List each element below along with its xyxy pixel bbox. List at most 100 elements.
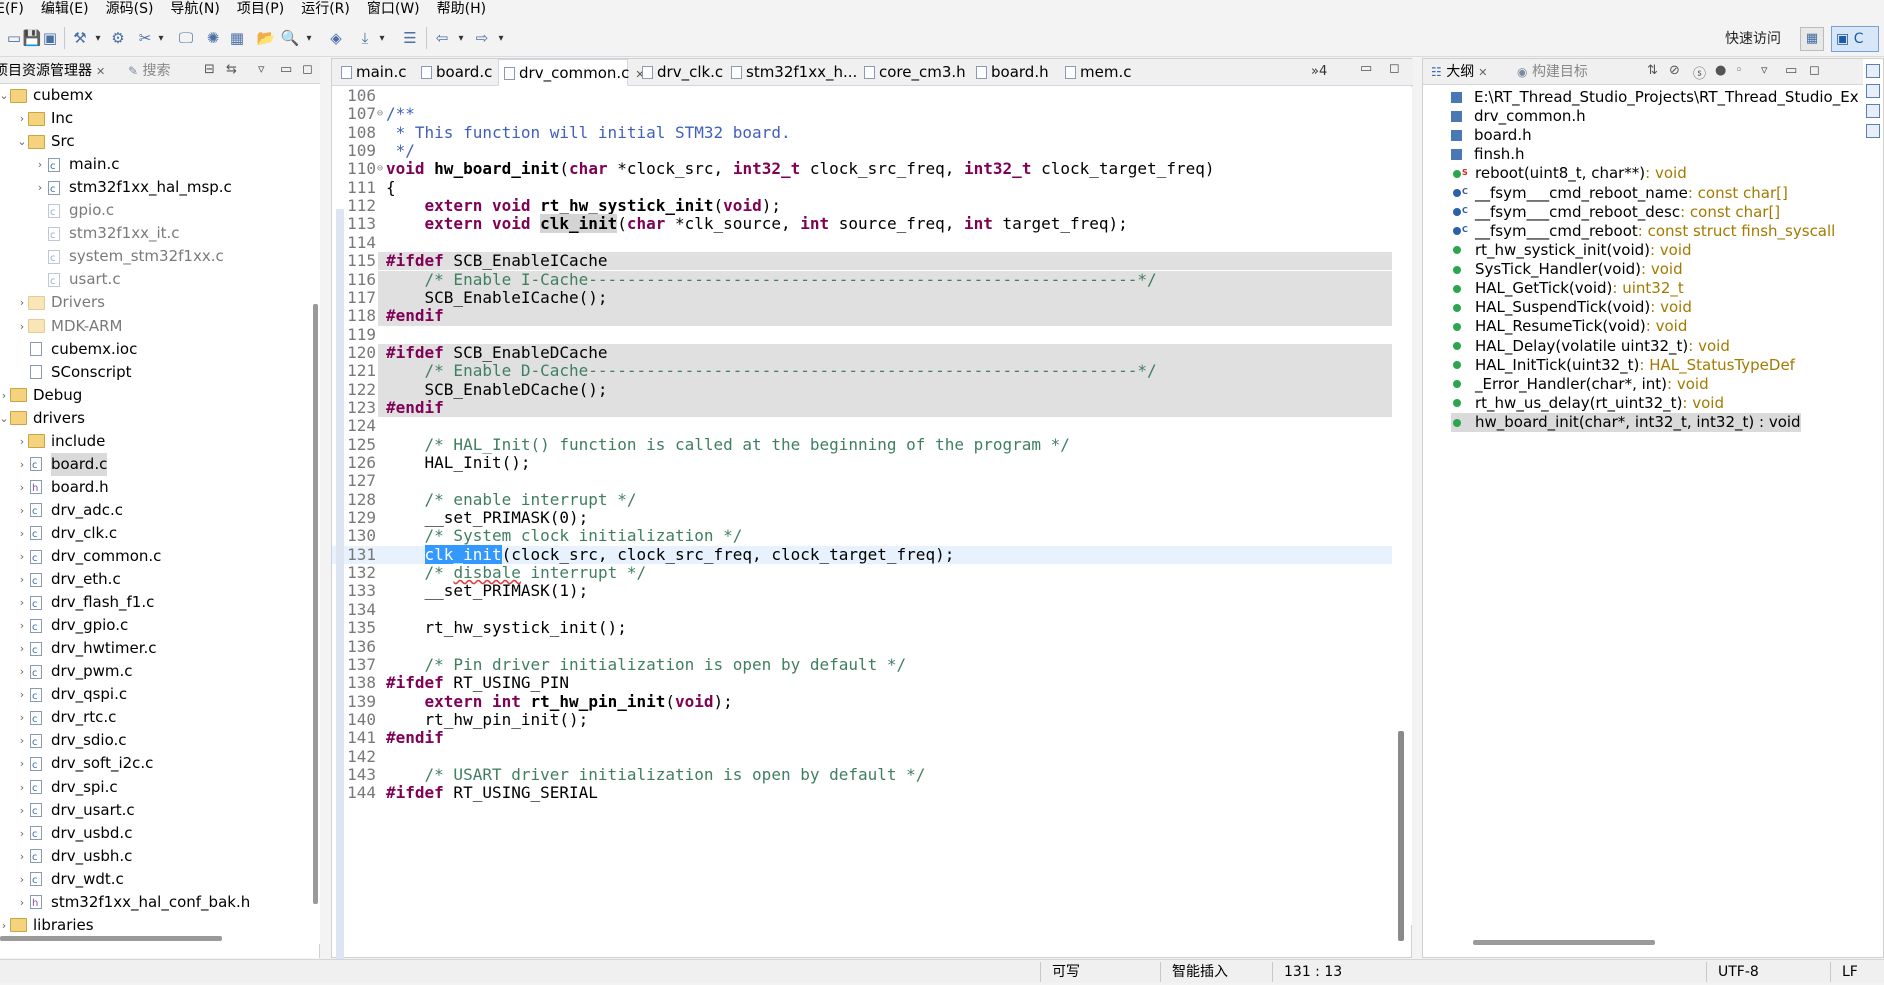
code-line[interactable]: 125 /* HAL_Init() function is called at … — [332, 435, 1392, 454]
code-line[interactable]: 142 — [332, 747, 1392, 766]
tree-item[interactable]: › Debug — [0, 384, 83, 407]
expand-open-icon[interactable]: ⌄ — [16, 130, 28, 153]
tree-item[interactable]: › libraries — [0, 914, 94, 932]
tree-item[interactable]: › drv_common.c — [16, 545, 162, 570]
outline-item[interactable]: finsh.h — [1451, 145, 1525, 164]
tree-item[interactable]: gpio.c — [34, 199, 114, 224]
expand-icon[interactable]: › — [16, 107, 28, 130]
expand-icon[interactable]: › — [34, 153, 46, 176]
clean-icon[interactable]: ✂ — [135, 28, 155, 48]
expand-icon[interactable]: › — [16, 660, 28, 683]
tree-item[interactable]: › drv_soft_i2c.c — [16, 752, 154, 777]
build-hammer-icon[interactable]: ⚒ — [70, 28, 90, 48]
tree-item[interactable]: › drv_wdt.c — [16, 868, 124, 892]
expand-icon[interactable]: › — [16, 799, 28, 822]
code-line[interactable]: 139 extern int rt_hw_pin_init(void); — [332, 692, 1392, 711]
editor-tab[interactable]: drv_common.c ✕ — [498, 59, 645, 86]
outline-item[interactable]: _Error_Handler(char*, int) : void — [1451, 375, 1709, 394]
monitor-icon[interactable]: 🖵 — [176, 28, 196, 48]
code-line[interactable]: 128 /* enable interrupt */ — [332, 490, 1392, 509]
tree-item[interactable]: stm32f1xx_it.c — [34, 222, 180, 247]
tab-overflow-button[interactable]: »4 — [1311, 59, 1327, 84]
download-icon[interactable]: ⤓ — [355, 28, 375, 48]
tree-item[interactable]: cubemx.ioc — [16, 338, 137, 361]
quick-access-field[interactable]: 快速访问 — [1718, 27, 1788, 51]
tree-item[interactable]: › drv_spi.c — [16, 776, 118, 800]
code-line[interactable]: 123 #endif — [347, 398, 1392, 418]
tree-item[interactable]: › stm32f1xx_hal_msp.c — [34, 176, 232, 201]
outline-item[interactable]: rt_hw_systick_init(void) : void — [1451, 241, 1692, 260]
expand-icon[interactable]: › — [34, 176, 46, 199]
code-line[interactable]: 143 /* USART driver initialization is op… — [332, 765, 1392, 784]
hide-nonpublic-icon[interactable]: ● — [1715, 63, 1726, 78]
chevron-down-icon[interactable]: ▾ — [455, 28, 467, 48]
outline-item[interactable]: HAL_InitTick(uint32_t) : HAL_StatusTypeD… — [1451, 356, 1795, 375]
code-line[interactable]: 134 — [332, 600, 1392, 619]
tree-item[interactable]: › drv_flash_f1.c — [16, 591, 155, 616]
outline-item[interactable]: HAL_Delay(volatile uint32_t) : void — [1451, 337, 1730, 356]
code-line[interactable]: 117 SCB_EnableICache(); — [347, 288, 1392, 308]
code-line[interactable]: 118 #endif — [347, 306, 1392, 326]
chevron-down-icon[interactable]: ▾ — [92, 28, 104, 48]
hide-fields-icon[interactable]: ⊘ — [1669, 63, 1680, 78]
editor-tab[interactable]: core_cm3.h — [859, 59, 966, 86]
tree-item[interactable]: › drv_hwtimer.c — [16, 637, 157, 662]
expand-icon[interactable]: › — [16, 476, 28, 499]
code-line[interactable]: 135 rt_hw_systick_init(); — [332, 618, 1392, 637]
project-tree-hscrollbar[interactable] — [0, 932, 320, 944]
expand-icon[interactable]: › — [16, 729, 28, 752]
fold-icon[interactable]: ⊖ — [377, 105, 383, 123]
tree-item[interactable]: › drv_usbh.c — [16, 845, 133, 869]
tree-item[interactable]: › drv_rtc.c — [16, 706, 117, 731]
expand-icon[interactable]: › — [16, 499, 28, 522]
perspective-c-button[interactable]: ▣ C — [1831, 26, 1879, 52]
tree-item[interactable]: ⌄ cubemx — [0, 84, 93, 107]
properties-view-icon[interactable] — [1866, 124, 1880, 138]
tree-item[interactable]: › drv_clk.c — [16, 522, 117, 546]
tree-item[interactable]: ⌄ drivers — [0, 407, 85, 430]
code-line[interactable]: 130 /* System clock initialization */ — [332, 527, 1392, 546]
code-line[interactable]: 124 — [332, 416, 1392, 435]
tree-item[interactable]: › main.c — [34, 153, 120, 178]
console-view-icon[interactable] — [1866, 84, 1880, 98]
outline-item[interactable]: rt_hw_us_delay(rt_uint32_t) : void — [1451, 394, 1724, 413]
close-icon[interactable]: ✕ — [1478, 66, 1487, 79]
tree-item[interactable]: › drv_usart.c — [16, 799, 135, 823]
tree-item[interactable]: system_stm32f1xx.c — [34, 245, 224, 270]
chip-icon[interactable]: ▦ — [227, 28, 247, 48]
menu-item[interactable]: 运行(R) — [301, 0, 350, 18]
sort-icon[interactable]: ⇅ — [1647, 63, 1658, 78]
code-line[interactable]: 106 — [332, 87, 1392, 105]
expand-icon[interactable]: › — [16, 868, 28, 891]
tree-item[interactable]: SConscript — [16, 361, 131, 384]
maximize-icon[interactable]: ◻ — [1809, 63, 1820, 78]
scrollbar-thumb[interactable] — [1398, 731, 1404, 941]
code-line[interactable]: 120 #ifdef SCB_EnableDCache — [347, 343, 1392, 363]
code-line[interactable]: 138 #ifdef RT_USING_PIN — [332, 673, 1392, 692]
minimize-icon[interactable]: ▭ — [1360, 61, 1372, 76]
save-all-icon[interactable]: ▣ — [40, 28, 60, 48]
expand-icon[interactable]: › — [16, 845, 28, 868]
editor-tab[interactable]: drv_clk.c — [637, 59, 723, 86]
tree-item[interactable]: › stm32f1xx_hal_conf_bak.h — [16, 891, 250, 915]
perspective-grid-icon[interactable]: ▦ — [1800, 27, 1824, 51]
tree-item[interactable]: › drv_adc.c — [16, 499, 123, 523]
code-line[interactable]: 137 /* Pin driver initialization is open… — [332, 655, 1392, 674]
minimize-icon[interactable]: ▭ — [280, 62, 292, 77]
scrollbar-thumb[interactable] — [313, 304, 318, 904]
close-icon[interactable]: ✕ — [96, 65, 105, 78]
tree-item[interactable]: › include — [16, 430, 106, 453]
editor-tab[interactable]: main.c — [336, 59, 407, 86]
code-editor[interactable]: 106 107 ⊖/** 108 * This function will initi… — [332, 87, 1392, 925]
code-line[interactable]: 144 #ifdef RT_USING_SERIAL — [332, 783, 1392, 802]
expand-icon[interactable]: › — [16, 545, 28, 568]
settings-gear-icon[interactable]: ✺ — [203, 28, 223, 48]
tree-item[interactable]: › drv_usbd.c — [16, 822, 133, 846]
editor-tab[interactable]: board.h — [971, 59, 1049, 86]
expand-icon[interactable]: › — [16, 776, 28, 799]
outline-item[interactable]: C __fsym___cmd_reboot : const struct fins… — [1451, 222, 1835, 241]
code-line[interactable]: 140 rt_hw_pin_init(); — [332, 710, 1392, 729]
outline-item[interactable]: SysTick_Handler(void) : void — [1451, 260, 1683, 279]
status-line-ending[interactable]: LF — [1842, 960, 1858, 984]
code-line[interactable]: 119 — [332, 325, 1392, 344]
